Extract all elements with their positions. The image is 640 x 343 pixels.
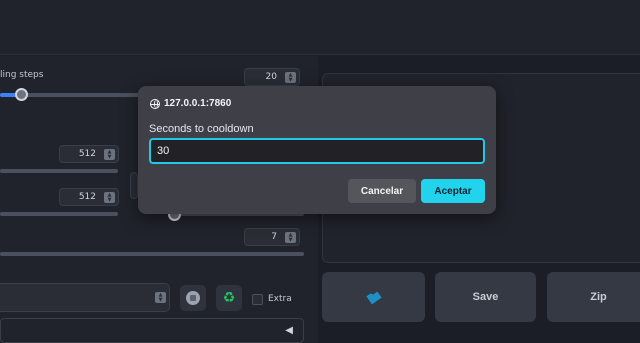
dice-icon bbox=[186, 291, 200, 305]
chevron-left-icon: ◀ bbox=[285, 325, 293, 336]
batch-input[interactable]: 7 ▲ ▼ bbox=[244, 228, 300, 246]
recycle-icon: ♻ bbox=[222, 290, 236, 306]
random-seed-button[interactable] bbox=[180, 285, 206, 311]
zip-button[interactable]: Zip bbox=[547, 272, 640, 322]
folder-icon bbox=[366, 289, 382, 304]
batch-slider[interactable] bbox=[0, 252, 304, 256]
swap-button[interactable] bbox=[130, 172, 138, 199]
sampling-steps-label: ling steps bbox=[0, 70, 44, 80]
cooldown-input[interactable] bbox=[149, 138, 485, 164]
dialog-host-text: 127.0.0.1:7860 bbox=[164, 98, 232, 109]
height-input[interactable]: 512 ▲ ▼ bbox=[59, 188, 119, 206]
sampling-steps-input[interactable]: 20 ▲ ▼ bbox=[244, 68, 300, 86]
height-slider[interactable] bbox=[0, 212, 118, 216]
width-input[interactable]: 512 ▲ ▼ bbox=[59, 145, 119, 163]
extra-label: Extra bbox=[268, 294, 292, 304]
width-slider[interactable] bbox=[0, 169, 118, 173]
open-folder-button[interactable] bbox=[322, 272, 425, 322]
slider-thumb[interactable] bbox=[15, 88, 28, 101]
accordion-header[interactable]: ◀ bbox=[0, 318, 304, 343]
reuse-seed-button[interactable]: ♻ bbox=[216, 285, 242, 311]
spinner-icon[interactable]: ▲ ▼ bbox=[104, 192, 115, 203]
extra-checkbox[interactable] bbox=[252, 294, 263, 305]
spinner-icon[interactable]: ▲ ▼ bbox=[155, 292, 166, 303]
spinner-icon[interactable]: ▲ ▼ bbox=[285, 232, 296, 243]
cancel-button[interactable]: Cancelar bbox=[348, 179, 416, 203]
top-bar bbox=[0, 0, 640, 55]
dialog-host: 127.0.0.1:7860 bbox=[150, 98, 231, 109]
globe-icon bbox=[150, 98, 160, 109]
accept-button[interactable]: Aceptar bbox=[421, 179, 485, 203]
dialog-message: Seconds to cooldown bbox=[149, 123, 254, 135]
save-button[interactable]: Save bbox=[435, 272, 536, 322]
spinner-icon[interactable]: ▲ ▼ bbox=[285, 72, 296, 83]
seed-input[interactable]: ▲ ▼ bbox=[0, 283, 170, 312]
spinner-icon[interactable]: ▲ ▼ bbox=[104, 149, 115, 160]
prompt-dialog: 127.0.0.1:7860 Seconds to cooldown Cance… bbox=[138, 86, 496, 214]
